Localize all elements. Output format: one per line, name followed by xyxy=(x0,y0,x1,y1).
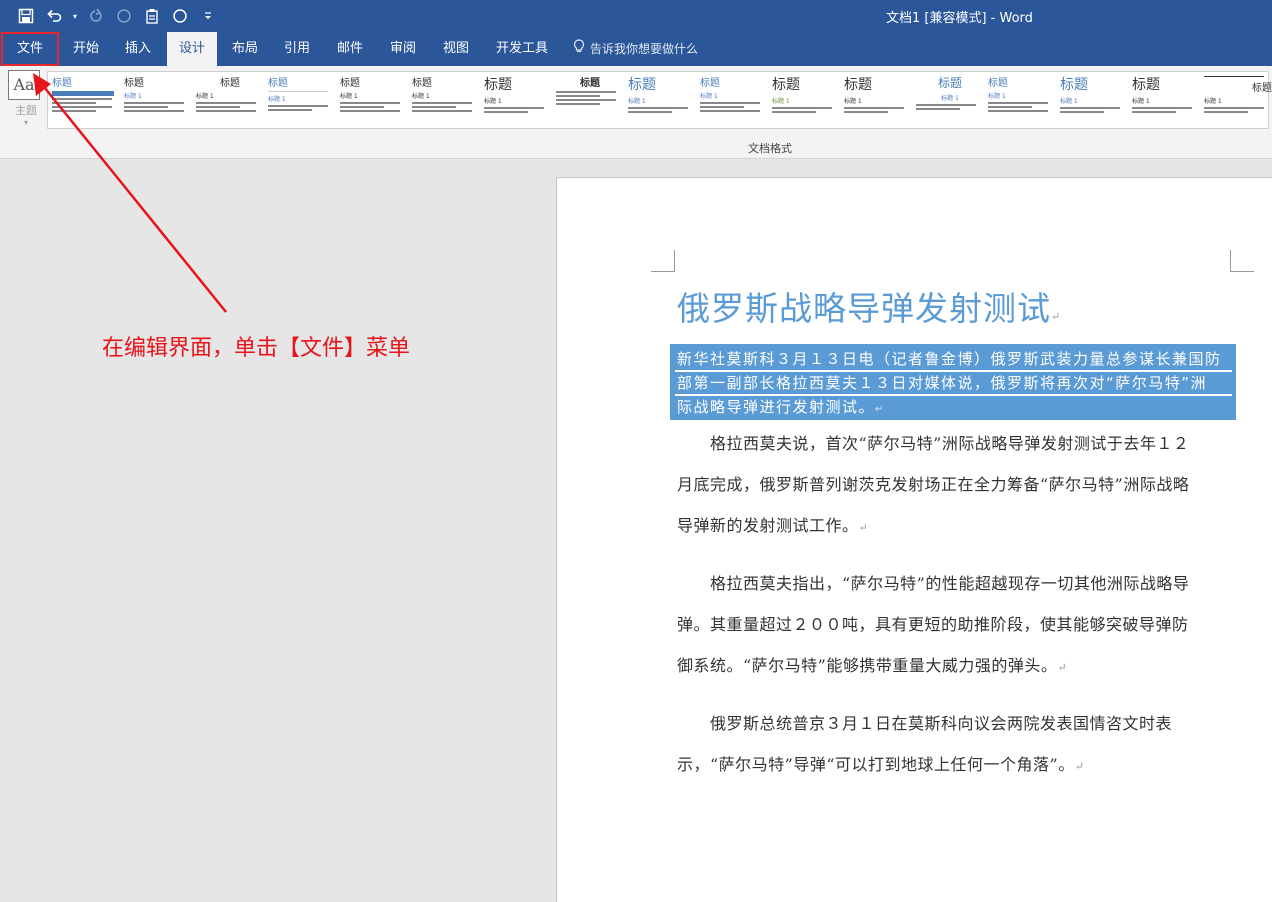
tell-me-search[interactable]: 告诉我你想要做什么 xyxy=(572,32,698,66)
style-set-item[interactable]: 标题 标题 1 xyxy=(916,74,984,128)
tab-layout[interactable]: 布局 xyxy=(221,32,269,66)
group-label-document-formatting: 文档格式 xyxy=(748,142,792,155)
tell-me-text: 告诉我你想要做什么 xyxy=(590,42,699,56)
style-set-item[interactable]: 标题 标题 1 xyxy=(844,74,912,128)
tab-developer[interactable]: 开发工具 xyxy=(488,32,556,66)
selected-line: 部第一副部长格拉西莫夫１３日对媒体说，俄罗斯将再次对“萨尔马特”洲 xyxy=(677,374,1208,392)
style-set-item[interactable]: 标题 标题 1 xyxy=(340,74,408,128)
title-bar: ▾ 文档1 [兼容模式] - Word xyxy=(0,0,1272,32)
themes-label: 主题 xyxy=(15,104,37,117)
style-set-item[interactable]: 标题 标题 1 xyxy=(1132,74,1200,128)
ribbon-tabs: 文件 开始 插入 设计 布局 引用 邮件 审阅 视图 开发工具 告诉我你想要做什… xyxy=(0,32,1272,66)
selected-line: 际战略导弹进行发射测试。↵ xyxy=(677,398,885,416)
tab-design[interactable]: 设计 xyxy=(167,32,217,66)
style-set-item[interactable]: 标题 标题 1 xyxy=(628,74,696,128)
style-set-item[interactable]: 标题 标题 1 xyxy=(1060,74,1128,128)
themes-icon: Aa xyxy=(8,70,40,100)
tab-view[interactable]: 视图 xyxy=(432,32,480,66)
style-set-item[interactable]: 标题 xyxy=(556,74,624,128)
tab-insert[interactable]: 插入 xyxy=(114,32,162,66)
customize-dropdown-icon[interactable] xyxy=(196,6,220,26)
style-set-item[interactable]: 标题 标题 1 xyxy=(268,74,336,128)
undo-dropdown-icon[interactable]: ▾ xyxy=(70,6,80,26)
save-icon[interactable] xyxy=(14,6,38,26)
document-heading[interactable]: 俄罗斯战略导弹发射测试↵ xyxy=(677,282,1061,330)
tab-file[interactable]: 文件 xyxy=(1,32,59,66)
document-formatting-gallery: 标题 标题 标题 1 标题 标题 1 标题 标题 1 标题 标题 1 标题 标题… xyxy=(47,71,1272,129)
themes-button[interactable]: Aa 主题 ▾ xyxy=(8,70,44,128)
circle-icon[interactable] xyxy=(112,6,136,26)
selected-line: 新华社莫斯科３月１３日电（记者鲁金博）俄罗斯武装力量总参谋长兼国防 xyxy=(677,350,1222,368)
redo-icon[interactable] xyxy=(84,6,108,26)
style-set-item[interactable]: 标题 标题 1 xyxy=(772,74,840,128)
body-paragraph[interactable]: 俄罗斯总统普京３月１日在莫斯科向议会两院发表国情咨文时表 示，“萨尔马特”导弹“… xyxy=(677,703,1237,787)
tab-home[interactable]: 开始 xyxy=(62,32,110,66)
ribbon-design-panel: Aa 主题 ▾ 标题 标题 标题 1 标题 标题 1 标题 标题 1 标题 标题… xyxy=(0,66,1272,159)
paragraph-mark: ↵ xyxy=(1051,310,1062,323)
tab-review[interactable]: 审阅 xyxy=(379,32,427,66)
lightbulb-icon xyxy=(572,32,586,66)
style-set-item[interactable]: 标题 标题 1 xyxy=(1204,74,1272,128)
body-paragraph[interactable]: 格拉西莫夫说，首次“萨尔马特”洲际战略导弹发射测试于去年１２ 月底完成，俄罗斯普… xyxy=(677,423,1237,548)
style-set-item[interactable]: 标题 标题 1 xyxy=(124,74,192,128)
body-paragraph[interactable]: 格拉西莫夫指出，“萨尔马特”的性能超越现存一切其他洲际战略导 弹。其重量超过２０… xyxy=(677,563,1237,688)
clipboard-icon[interactable] xyxy=(140,6,164,26)
annotation-text: 在编辑界面，单击【文件】菜单 xyxy=(102,336,411,361)
style-set-item[interactable]: 标题 标题 1 xyxy=(412,74,480,128)
margin-corner-mark xyxy=(651,250,675,272)
style-set-item[interactable]: 标题 标题 1 xyxy=(196,74,264,128)
chevron-down-icon: ▾ xyxy=(23,118,28,127)
style-set-item[interactable]: 标题 标题 1 xyxy=(988,74,1056,128)
document-page[interactable]: 俄罗斯战略导弹发射测试↵ 新华社莫斯科３月１３日电（记者鲁金博）俄罗斯武装力量总… xyxy=(556,177,1272,902)
circle-icon[interactable] xyxy=(168,6,192,26)
window-title: 文档1 [兼容模式] - Word xyxy=(886,11,1033,26)
undo-icon[interactable] xyxy=(42,6,66,26)
tab-references[interactable]: 引用 xyxy=(273,32,321,66)
margin-corner-mark xyxy=(1230,250,1254,272)
style-set-item[interactable]: 标题 标题 1 xyxy=(700,74,768,128)
tab-mailings[interactable]: 邮件 xyxy=(326,32,374,66)
style-set-item[interactable]: 标题 xyxy=(52,74,120,128)
quick-access-toolbar: ▾ xyxy=(14,6,220,26)
style-set-item[interactable]: 标题 标题 1 xyxy=(484,74,552,128)
